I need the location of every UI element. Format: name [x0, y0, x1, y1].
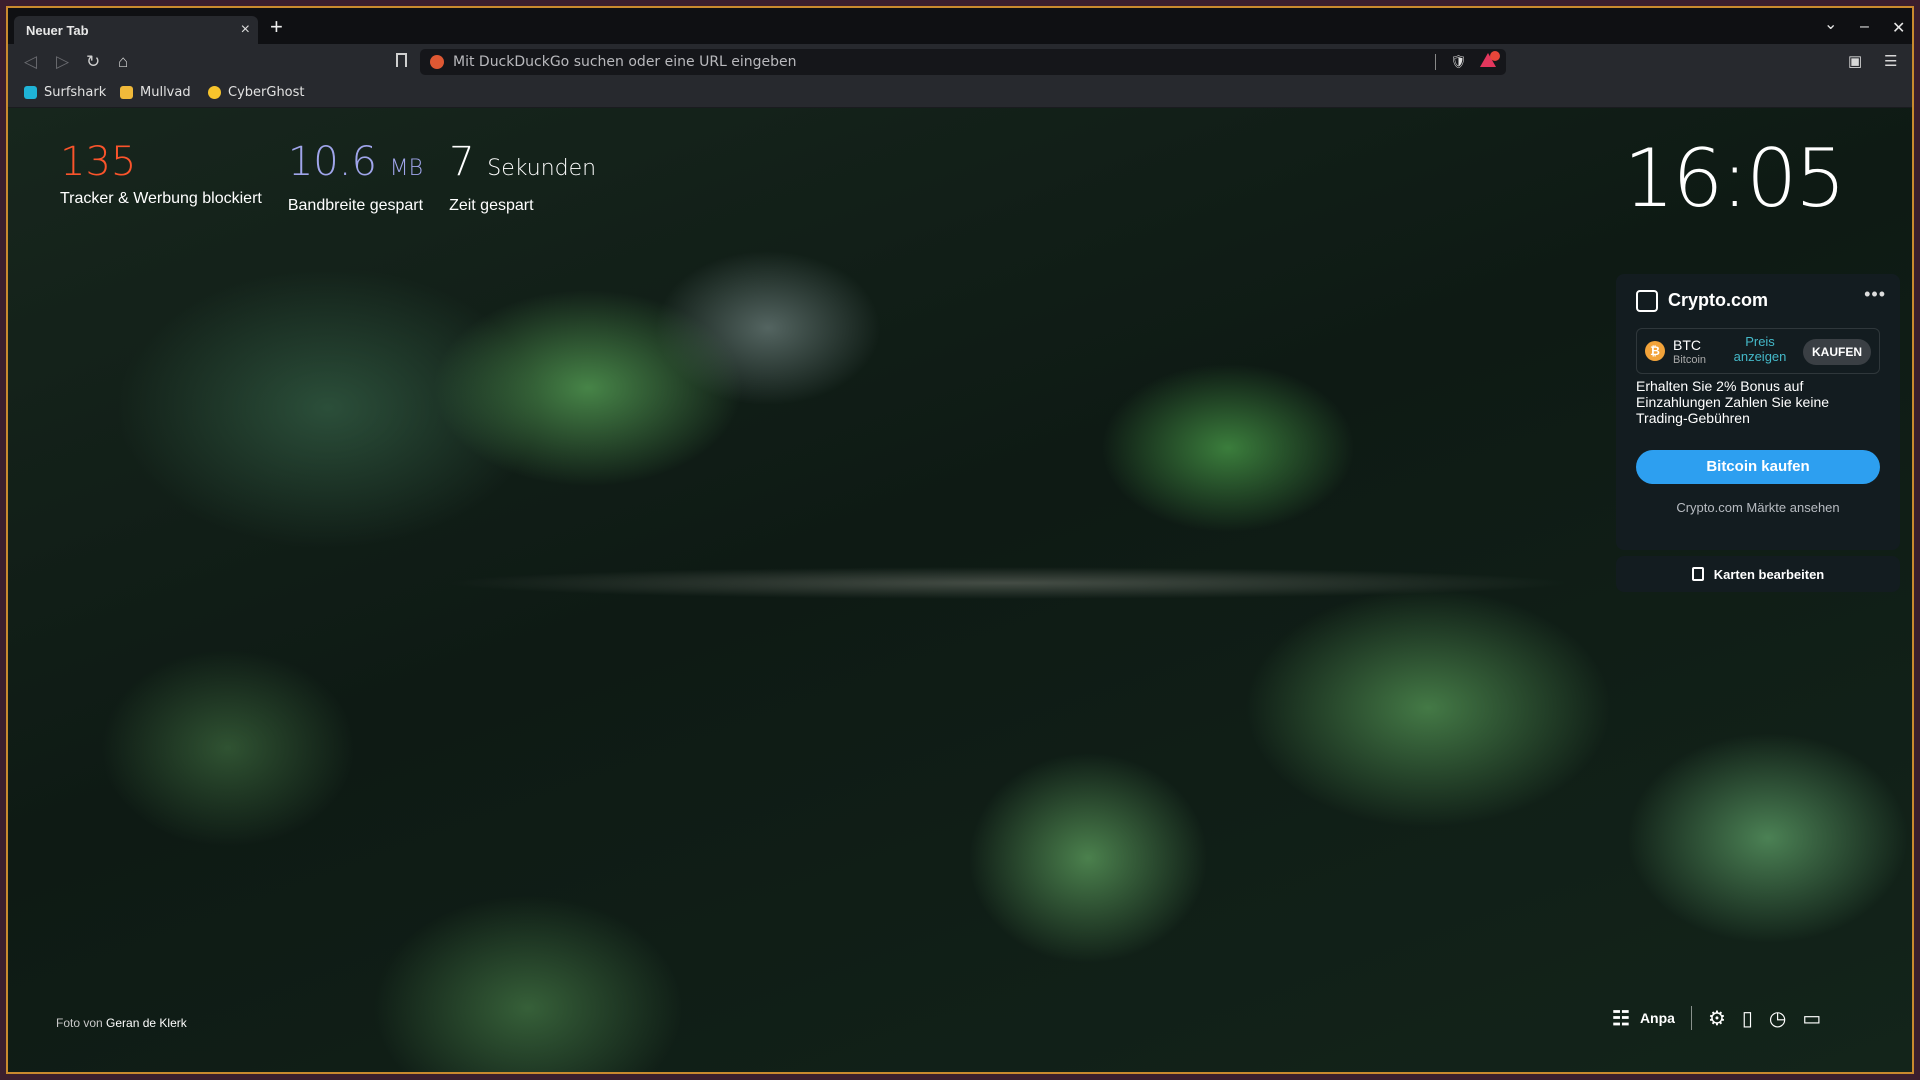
- more-options-icon[interactable]: •••: [1864, 284, 1886, 305]
- mullvad-icon: [120, 86, 133, 99]
- bitcoin-icon: ₿: [1645, 341, 1665, 361]
- tab-strip: Neuer Tab × + ⌄ – ✕: [8, 8, 1912, 44]
- bookmark-surfshark[interactable]: Surfshark: [24, 85, 106, 100]
- btc-row: ₿ BTC Bitcoin Preis anzeigen KAUFEN: [1636, 328, 1880, 374]
- new-tab-page: 135 Tracker & Werbung blockiert 10.6 MB …: [8, 108, 1912, 1072]
- customize-icon: ☷: [1612, 1007, 1630, 1030]
- history-icon[interactable]: ◷: [1769, 1006, 1786, 1031]
- address-bar-placeholder[interactable]: Mit DuckDuckGo suchen oder eine URL eing…: [453, 54, 797, 70]
- brave-rewards-icon[interactable]: [1480, 51, 1500, 69]
- promo-text: Erhalten Sie 2% Bonus auf Einzahlungen Z…: [1636, 378, 1830, 426]
- bookmark-label: CyberGhost: [228, 85, 305, 100]
- bookmark-cyberghost[interactable]: CyberGhost: [208, 85, 305, 100]
- time-value: 7 Sekunden: [449, 140, 596, 191]
- stats-panel: 135 Tracker & Werbung blockiert 10.6 MB …: [60, 140, 596, 215]
- bookmark-label: Surfshark: [44, 85, 107, 100]
- toolbar: ◁ ▷ ↻ ⌂ Mit DuckDuckGo suchen oder eine …: [8, 44, 1912, 80]
- edit-cards-button[interactable]: Karten bearbeiten: [1616, 556, 1900, 592]
- brave-talk-icon[interactable]: ▭: [1802, 1006, 1821, 1031]
- bookmark-label: Mullvad: [140, 85, 191, 100]
- crypto-widget: Crypto.com ••• ₿ BTC Bitcoin Preis anzei…: [1616, 274, 1900, 550]
- address-bar-divider: [1435, 54, 1436, 70]
- new-tab-button[interactable]: +: [270, 16, 283, 38]
- bookmarks-icon[interactable]: ▯: [1742, 1006, 1753, 1031]
- bookmark-page-icon[interactable]: [396, 53, 407, 67]
- crypto-com-logo-icon: [1636, 290, 1658, 312]
- customize-label: Anpa: [1639, 1010, 1675, 1026]
- tab-new-tab[interactable]: Neuer Tab ×: [14, 16, 258, 44]
- back-button[interactable]: ◁: [24, 52, 37, 72]
- tab-close-icon[interactable]: ×: [241, 21, 250, 39]
- home-button[interactable]: ⌂: [118, 52, 128, 72]
- reload-button[interactable]: ↻: [86, 52, 100, 72]
- photo-credit-prefix: Foto von: [56, 1016, 103, 1030]
- settings-icon[interactable]: ⚙: [1708, 1006, 1726, 1031]
- clock: 16:05: [1623, 132, 1846, 225]
- customize-button[interactable]: ☷ Anpa: [1612, 1006, 1675, 1031]
- time-unit: Sekunden: [487, 156, 597, 181]
- show-price-link[interactable]: Preis anzeigen: [1725, 334, 1795, 364]
- trackers-label: Tracker & Werbung blockiert: [60, 190, 262, 207]
- btc-symbol: BTC: [1673, 337, 1701, 353]
- address-bar[interactable]: Mit DuckDuckGo suchen oder eine URL eing…: [420, 49, 1506, 75]
- browser-window: Neuer Tab × + ⌄ – ✕ ◁ ▷ ↻ ⌂ Mit DuckDuck…: [6, 6, 1914, 1074]
- time-number: 7: [449, 139, 475, 185]
- trackers-count: 135: [60, 139, 137, 185]
- menu-icon[interactable]: ☰: [1884, 52, 1897, 70]
- btc-name: Bitcoin: [1673, 354, 1707, 366]
- brave-shields-icon[interactable]: 🛡: [1450, 54, 1467, 70]
- edit-cards-label: Karten bearbeiten: [1713, 566, 1825, 582]
- close-window-button[interactable]: ✕: [1892, 18, 1905, 38]
- bookmark-mullvad[interactable]: Mullvad: [120, 85, 191, 100]
- bandwidth-value: 10.6 MB: [288, 140, 423, 191]
- rewards-badge: [1490, 51, 1500, 61]
- stat-time: 7 Sekunden Zeit gespart: [449, 140, 596, 215]
- bandwidth-label: Bandbreite gespart: [287, 197, 424, 214]
- surfshark-icon: [24, 86, 37, 99]
- tab-title: Neuer Tab: [26, 23, 89, 38]
- bandwidth-number: 10.6: [287, 139, 377, 185]
- view-markets-link[interactable]: Crypto.com Märkte ansehen: [1636, 500, 1880, 515]
- crypto-widget-title: Crypto.com: [1668, 290, 1769, 310]
- forward-button[interactable]: ▷: [56, 52, 69, 72]
- duckduckgo-icon: [430, 55, 444, 69]
- photo-credit-author[interactable]: Geran de Klerk: [106, 1016, 187, 1030]
- stat-bandwidth: 10.6 MB Bandbreite gespart: [288, 140, 423, 215]
- bottom-toolbar: ☷ Anpa ⚙ ▯ ◷ ▭: [1612, 1003, 1821, 1033]
- time-label: Zeit gespart: [449, 197, 534, 214]
- edit-cards-icon: [1691, 567, 1704, 581]
- buy-btc-button[interactable]: KAUFEN: [1803, 339, 1871, 365]
- bandwidth-unit: MB: [389, 156, 424, 181]
- buy-bitcoin-button[interactable]: Bitcoin kaufen: [1636, 450, 1880, 484]
- tab-list-dropdown-icon[interactable]: ⌄: [1824, 14, 1837, 34]
- cyberghost-icon: [208, 86, 221, 99]
- wallet-icon[interactable]: ▣: [1848, 52, 1862, 70]
- minimize-button[interactable]: –: [1860, 18, 1869, 36]
- bookmarks-bar: Surfshark Mullvad CyberGhost: [8, 80, 1912, 108]
- toolbar-divider: [1690, 1006, 1692, 1030]
- stat-trackers: 135 Tracker & Werbung blockiert: [60, 140, 262, 215]
- photo-credit: Foto von Geran de Klerk: [56, 1016, 187, 1030]
